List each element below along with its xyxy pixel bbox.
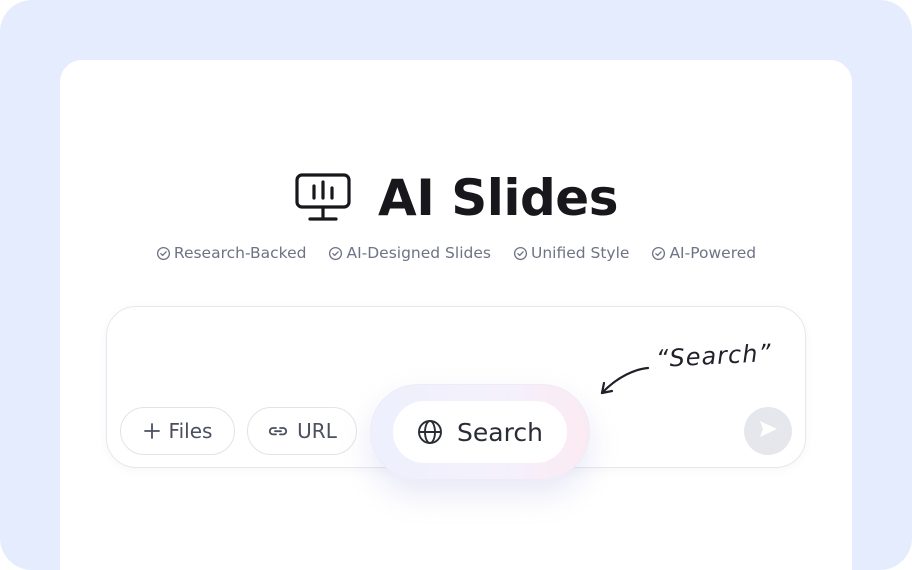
feature-list: Research-Backed AI-Designed Slides Unifi…: [60, 244, 852, 262]
feature-label: AI-Powered: [669, 244, 757, 262]
link-icon: [267, 422, 289, 440]
files-button-label: Files: [168, 419, 213, 443]
files-button[interactable]: Files: [120, 407, 235, 455]
page-background: AI Slides Research-Backed AI-Designed Sl…: [0, 0, 912, 570]
feature-label: Unified Style: [530, 244, 630, 262]
page-title: AI Slides: [378, 169, 618, 227]
search-button[interactable]: Search: [393, 401, 567, 463]
check-circle-icon: [328, 246, 343, 261]
presentation-screen-icon: [294, 172, 352, 224]
feature-item: Research-Backed: [156, 244, 307, 262]
send-button[interactable]: [744, 407, 792, 455]
header: AI Slides: [60, 168, 852, 228]
check-circle-icon: [651, 246, 666, 261]
plus-icon: [143, 422, 161, 440]
callout-arrow-icon: [596, 360, 658, 404]
main-card: AI Slides Research-Backed AI-Designed Sl…: [60, 60, 852, 570]
search-button-label: Search: [457, 417, 543, 447]
send-icon: [757, 418, 779, 444]
check-circle-icon: [156, 246, 171, 261]
globe-icon: [417, 419, 443, 445]
url-button[interactable]: URL: [247, 407, 357, 455]
feature-item: AI-Designed Slides: [328, 244, 491, 262]
feature-label: AI-Designed Slides: [346, 244, 491, 262]
url-button-label: URL: [297, 419, 337, 443]
feature-item: Unified Style: [513, 244, 629, 262]
feature-label: Research-Backed: [173, 244, 307, 262]
feature-item: AI-Powered: [651, 244, 756, 262]
check-circle-icon: [513, 246, 528, 261]
